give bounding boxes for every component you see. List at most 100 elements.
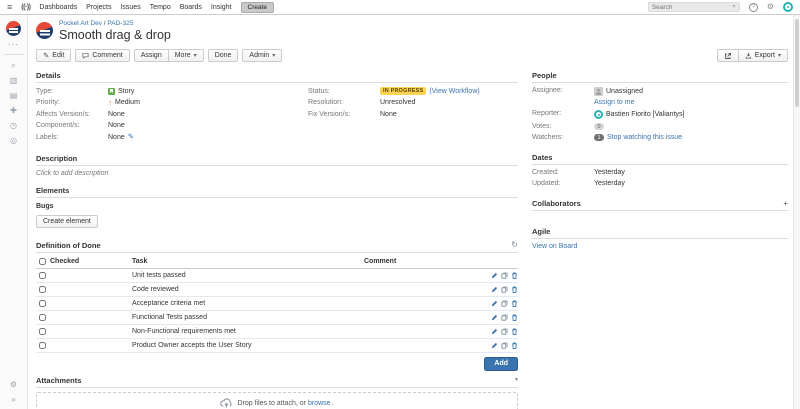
assign-to-me-link[interactable]: Assign to me bbox=[594, 99, 634, 106]
hamburger-menu-icon[interactable]: ≡ bbox=[7, 3, 12, 12]
votes-badge[interactable]: 0 bbox=[594, 123, 604, 130]
edit-labels-icon[interactable]: ✎ bbox=[128, 133, 134, 141]
labels-label: Labels: bbox=[36, 134, 108, 141]
edit-row-icon[interactable] bbox=[491, 342, 498, 349]
component-label: Component/s: bbox=[36, 122, 108, 129]
plus-icon[interactable]: ✚ bbox=[10, 107, 17, 115]
view-on-board-link[interactable]: View on Board bbox=[532, 243, 577, 250]
refresh-icon[interactable]: ↻ bbox=[511, 241, 518, 249]
scrollbar-thumb[interactable] bbox=[795, 19, 799, 107]
vertical-scrollbar[interactable] bbox=[793, 15, 800, 409]
add-dod-item-button[interactable]: Add bbox=[484, 357, 518, 371]
user-avatar[interactable] bbox=[783, 2, 793, 12]
breadcrumb-project-link[interactable]: Pocket Art Dev bbox=[59, 20, 102, 27]
attachments-heading: Attachments ▾ bbox=[36, 376, 518, 388]
delete-row-icon[interactable] bbox=[511, 286, 518, 293]
task-cell: Unit tests passed bbox=[132, 272, 364, 279]
megaphone-icon[interactable]: ⌕ bbox=[11, 62, 15, 70]
comment-button[interactable]: Comment bbox=[75, 49, 129, 62]
chart-icon[interactable]: ▥ bbox=[10, 77, 18, 85]
row-checkbox[interactable] bbox=[39, 286, 46, 293]
people-heading: People bbox=[532, 71, 788, 83]
nav-dashboards[interactable]: Dashboards bbox=[39, 4, 77, 11]
nav-insight[interactable]: Insight bbox=[211, 4, 232, 11]
export-button[interactable]: Export▾ bbox=[739, 49, 788, 62]
nav-boards[interactable]: Boards bbox=[180, 4, 202, 11]
affects-version-label: Affects Version/s: bbox=[36, 111, 108, 118]
breadcrumb-issue-key-link[interactable]: PAD-325 bbox=[107, 20, 133, 27]
reporter-label: Reporter: bbox=[532, 110, 594, 117]
row-checkbox[interactable] bbox=[39, 328, 46, 335]
create-element-button[interactable]: Create element bbox=[36, 215, 98, 228]
task-cell: Product Owner accepts the User Story bbox=[132, 342, 364, 349]
task-cell: Acceptance criteria met bbox=[132, 300, 364, 307]
delete-row-icon[interactable] bbox=[511, 272, 518, 279]
create-button[interactable]: Create bbox=[241, 2, 275, 13]
definition-of-done-section: Definition of Done ↻ Checked Task Commen… bbox=[36, 241, 518, 371]
row-checkbox[interactable] bbox=[39, 300, 46, 307]
watchers-badge[interactable]: 1 bbox=[594, 134, 604, 141]
issue-type-avatar bbox=[36, 22, 53, 39]
task-column-header: Task bbox=[132, 258, 364, 265]
sidebar-more-icon[interactable]: ··· bbox=[8, 43, 19, 47]
check-all-checkbox[interactable] bbox=[39, 258, 46, 265]
created-label: Created: bbox=[532, 169, 594, 176]
type-value: Story bbox=[118, 88, 134, 95]
description-placeholder[interactable]: Click to add description bbox=[36, 170, 518, 177]
copy-row-icon[interactable] bbox=[501, 286, 508, 293]
edit-row-icon[interactable] bbox=[491, 272, 498, 279]
edit-button[interactable]: ✎Edit bbox=[36, 49, 71, 62]
edit-row-icon[interactable] bbox=[491, 328, 498, 335]
edit-row-icon[interactable] bbox=[491, 286, 498, 293]
help-icon[interactable]: ? bbox=[749, 3, 758, 12]
done-button[interactable]: Done bbox=[208, 49, 239, 62]
browse-link[interactable]: browse bbox=[308, 400, 331, 407]
add-collaborator-icon[interactable]: + bbox=[783, 199, 788, 208]
nav-issues[interactable]: Issues bbox=[120, 4, 140, 11]
assignee-value: Unassigned bbox=[606, 88, 643, 95]
edit-row-icon[interactable] bbox=[491, 314, 498, 321]
clock-icon[interactable]: ◷ bbox=[10, 122, 17, 130]
view-workflow-link[interactable]: (View Workflow) bbox=[429, 88, 479, 95]
copy-row-icon[interactable] bbox=[501, 272, 508, 279]
row-checkbox[interactable] bbox=[39, 342, 46, 349]
attachments-menu-icon[interactable]: ▾ bbox=[515, 377, 518, 383]
dod-row: Functional Tests passed bbox=[36, 311, 518, 325]
search-input[interactable]: ⌕ bbox=[648, 2, 740, 12]
collaborators-heading: Collaborators + bbox=[532, 199, 788, 211]
breadcrumb: Pocket Art Dev / PAD-325 bbox=[59, 20, 171, 27]
edit-row-icon[interactable] bbox=[491, 300, 498, 307]
dod-row: Code reviewed bbox=[36, 283, 518, 297]
nav-projects[interactable]: Projects bbox=[86, 4, 111, 11]
sidebar-gear-icon[interactable]: ⚙ bbox=[10, 381, 17, 389]
copy-row-icon[interactable] bbox=[501, 300, 508, 307]
stop-watching-link[interactable]: Stop watching this issue bbox=[607, 134, 682, 141]
admin-button[interactable]: Admin▾ bbox=[242, 49, 282, 62]
sidebar-expand-icon[interactable]: » bbox=[11, 396, 15, 404]
project-avatar[interactable] bbox=[6, 21, 21, 36]
assign-button[interactable]: Assign bbox=[134, 49, 169, 62]
delete-row-icon[interactable] bbox=[511, 342, 518, 349]
delete-row-icon[interactable] bbox=[511, 314, 518, 321]
cloud-upload-icon bbox=[220, 398, 233, 409]
chevron-down-icon: ▾ bbox=[194, 52, 197, 59]
delete-row-icon[interactable] bbox=[511, 300, 518, 307]
votes-label: Votes: bbox=[532, 123, 594, 130]
copy-row-icon[interactable] bbox=[501, 314, 508, 321]
share-button[interactable] bbox=[717, 49, 739, 62]
toolbar: ✎Edit Comment Assign More▾ Done Admin▾ E… bbox=[36, 49, 788, 62]
gear-icon[interactable]: ⚙ bbox=[767, 3, 774, 11]
row-checkbox[interactable] bbox=[39, 314, 46, 321]
more-button[interactable]: More▾ bbox=[169, 49, 204, 62]
delete-row-icon[interactable] bbox=[511, 328, 518, 335]
copy-row-icon[interactable] bbox=[501, 328, 508, 335]
attachments-dropzone[interactable]: Drop files to attach, or browse. bbox=[36, 392, 518, 409]
copy-row-icon[interactable] bbox=[501, 342, 508, 349]
chevron-down-icon: ▾ bbox=[778, 52, 781, 59]
row-checkbox[interactable] bbox=[39, 272, 46, 279]
nav-tempo[interactable]: Tempo bbox=[150, 4, 171, 11]
settings-circle-icon[interactable]: ◎ bbox=[10, 137, 17, 145]
briefcase-icon[interactable]: ▤ bbox=[10, 92, 18, 100]
search-field[interactable] bbox=[652, 4, 732, 11]
search-icon: ⌕ bbox=[732, 4, 736, 11]
